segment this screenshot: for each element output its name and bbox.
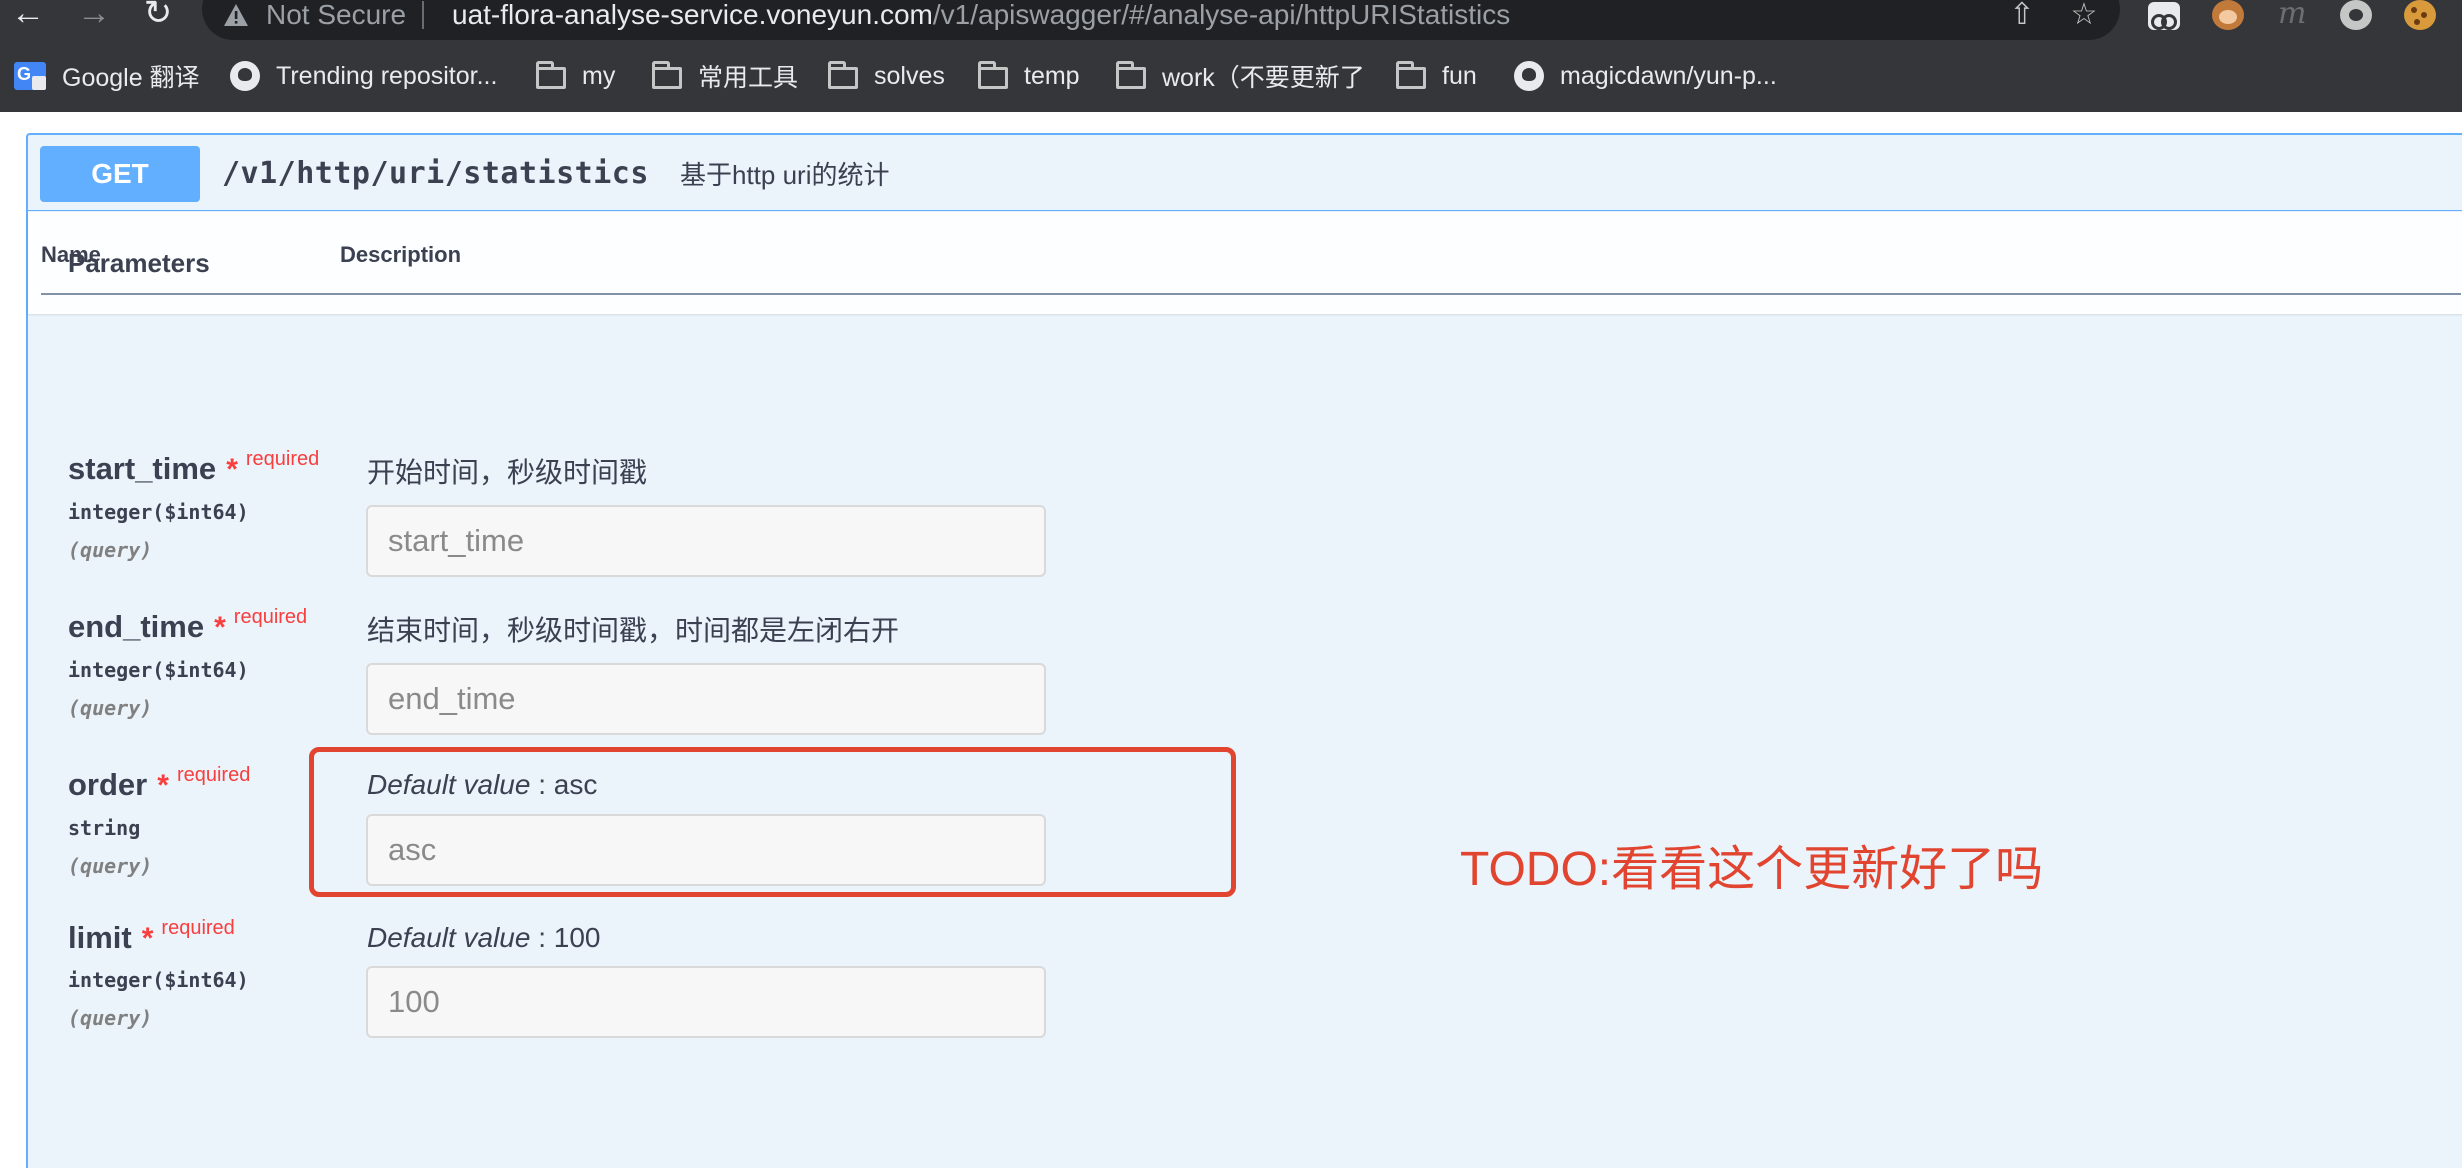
param-name: end_time * required [68, 606, 308, 649]
github-icon [1514, 61, 1544, 91]
param-name-text: start_time [68, 451, 217, 486]
param-name-text: end_time [68, 609, 205, 644]
required-label: required [161, 917, 235, 939]
todo-annotation: TODO:看看这个更新好了吗 [1460, 843, 2044, 896]
param-type: integer($int64) [68, 658, 249, 682]
param-location: (query) [68, 538, 153, 562]
monkey-icon[interactable] [2212, 0, 2244, 30]
url-text[interactable]: uat-flora-analyse-service.voneyun.com/v1… [452, 0, 1510, 32]
table-divider [41, 293, 2461, 295]
forward-arrow-icon: → [77, 0, 111, 32]
default-value-text: 100 [553, 922, 601, 953]
bookmark-solves[interactable]: solves [828, 55, 945, 97]
tab-search-icon[interactable] [2148, 2, 2180, 30]
param-location: (query) [68, 1006, 153, 1030]
bookmark-label: magicdawn/yun-p... [1560, 61, 1777, 90]
param-location: (query) [68, 696, 153, 720]
end-time-input[interactable] [366, 663, 1046, 735]
bookmark-label: fun [1442, 61, 1477, 90]
column-header-description: Description [340, 242, 462, 267]
folder-icon [652, 61, 682, 89]
endpoint-path: /v1/http/uri/statistics [222, 156, 649, 191]
bookmark-label: Trending repositor... [276, 61, 498, 90]
star-icon: ☆ [2070, 0, 2098, 31]
address-bar[interactable]: Not Secure uat-flora-analyse-service.von… [202, 0, 2120, 40]
reload-button[interactable]: ↻ [138, 0, 178, 32]
reload-icon: ↻ [143, 0, 173, 32]
param-description: 结束时间，秒级时间戳，时间都是左闭右开 [367, 615, 900, 646]
required-label: required [176, 764, 251, 786]
url-host: uat-flora-analyse-service.voneyun.com [452, 0, 933, 30]
bookmark-trending[interactable]: Trending repositor... [230, 55, 497, 97]
required-star: * [141, 922, 154, 955]
not-secure-label: Not Secure [266, 0, 407, 30]
folder-icon [978, 61, 1008, 89]
param-name-text: limit [68, 920, 132, 955]
bookmark-google-translate[interactable]: Google 翻译 [14, 55, 200, 97]
bookmark-label: my [582, 61, 616, 90]
bookmarks-bar: Google 翻译 Trending repositor... my 常用工具 … [0, 55, 2462, 97]
required-label: required [233, 606, 308, 628]
param-type: integer($int64) [68, 500, 249, 524]
bookmark-label: 常用工具 [698, 64, 799, 92]
share-button[interactable]: ⇧ [2002, 0, 2042, 32]
google-translate-icon [14, 62, 46, 90]
param-type: string [68, 816, 141, 840]
operation-summary[interactable]: GET /v1/http/uri/statistics 基于http uri的统… [28, 135, 2462, 211]
required-star: * [157, 769, 169, 802]
folder-icon [1396, 61, 1426, 89]
back-button[interactable]: ← [8, 0, 48, 32]
github-icon [230, 61, 260, 91]
bookmark-yun-p[interactable]: magicdawn/yun-p... [1514, 55, 1777, 97]
browser-toolbar: ← → ↻ Not Secure uat-flora-analyse-servi… [0, 0, 2462, 40]
param-default-value: Default value : 100 [367, 920, 601, 956]
security-indicator[interactable]: Not Secure [222, 0, 425, 32]
highlight-box [309, 747, 1236, 897]
param-description: 开始时间，秒级时间戳 [367, 457, 648, 488]
required-star: * [226, 453, 238, 486]
bookmark-star-button[interactable]: ☆ [2064, 0, 2104, 32]
bookmark-label: work（不要更新了 [1162, 64, 1365, 92]
circle-icon[interactable] [2340, 0, 2372, 30]
folder-icon [828, 61, 858, 89]
bookmark-temp[interactable]: temp [978, 55, 1080, 97]
required-star: * [214, 611, 226, 644]
bookmark-label: solves [874, 61, 945, 90]
m-icon[interactable]: m [2278, 0, 2314, 30]
default-value-key: Default value [367, 922, 531, 953]
bookmark-work[interactable]: work（不要更新了 [1116, 55, 1365, 97]
limit-input[interactable] [366, 966, 1046, 1038]
folder-icon [1116, 61, 1146, 89]
forward-button[interactable]: → [74, 0, 114, 32]
method-badge: GET [40, 146, 200, 202]
bookmark-fun[interactable]: fun [1396, 55, 1477, 97]
warning-triangle-icon [224, 4, 248, 26]
required-label: required [245, 448, 320, 470]
bookmark-tools[interactable]: 常用工具 [652, 55, 798, 97]
param-name: order * required [68, 764, 251, 807]
browser-chrome: ← → ↻ Not Secure uat-flora-analyse-servi… [0, 0, 2462, 112]
bookmark-label: temp [1024, 61, 1080, 90]
bookmark-my[interactable]: my [536, 55, 615, 97]
param-location: (query) [68, 854, 153, 878]
endpoint-summary: 基于http uri的统计 [680, 160, 890, 190]
column-header-name: Name [41, 242, 101, 267]
omnibox-divider [422, 1, 425, 29]
cookie-icon[interactable] [2404, 0, 2436, 30]
start-time-input[interactable] [366, 505, 1046, 577]
param-type: integer($int64) [68, 968, 249, 992]
bookmark-label: Google 翻译 [62, 64, 200, 92]
share-icon: ⇧ [2009, 0, 2035, 31]
back-arrow-icon: ← [11, 0, 45, 32]
folder-icon [536, 61, 566, 89]
param-name: limit * required [68, 917, 235, 960]
param-name-text: order [68, 767, 148, 802]
url-path: /v1/apiswagger/#/analyse-api/httpURIStat… [932, 0, 1511, 30]
default-value-sep: : [530, 922, 554, 953]
param-name: start_time * required [68, 448, 320, 491]
